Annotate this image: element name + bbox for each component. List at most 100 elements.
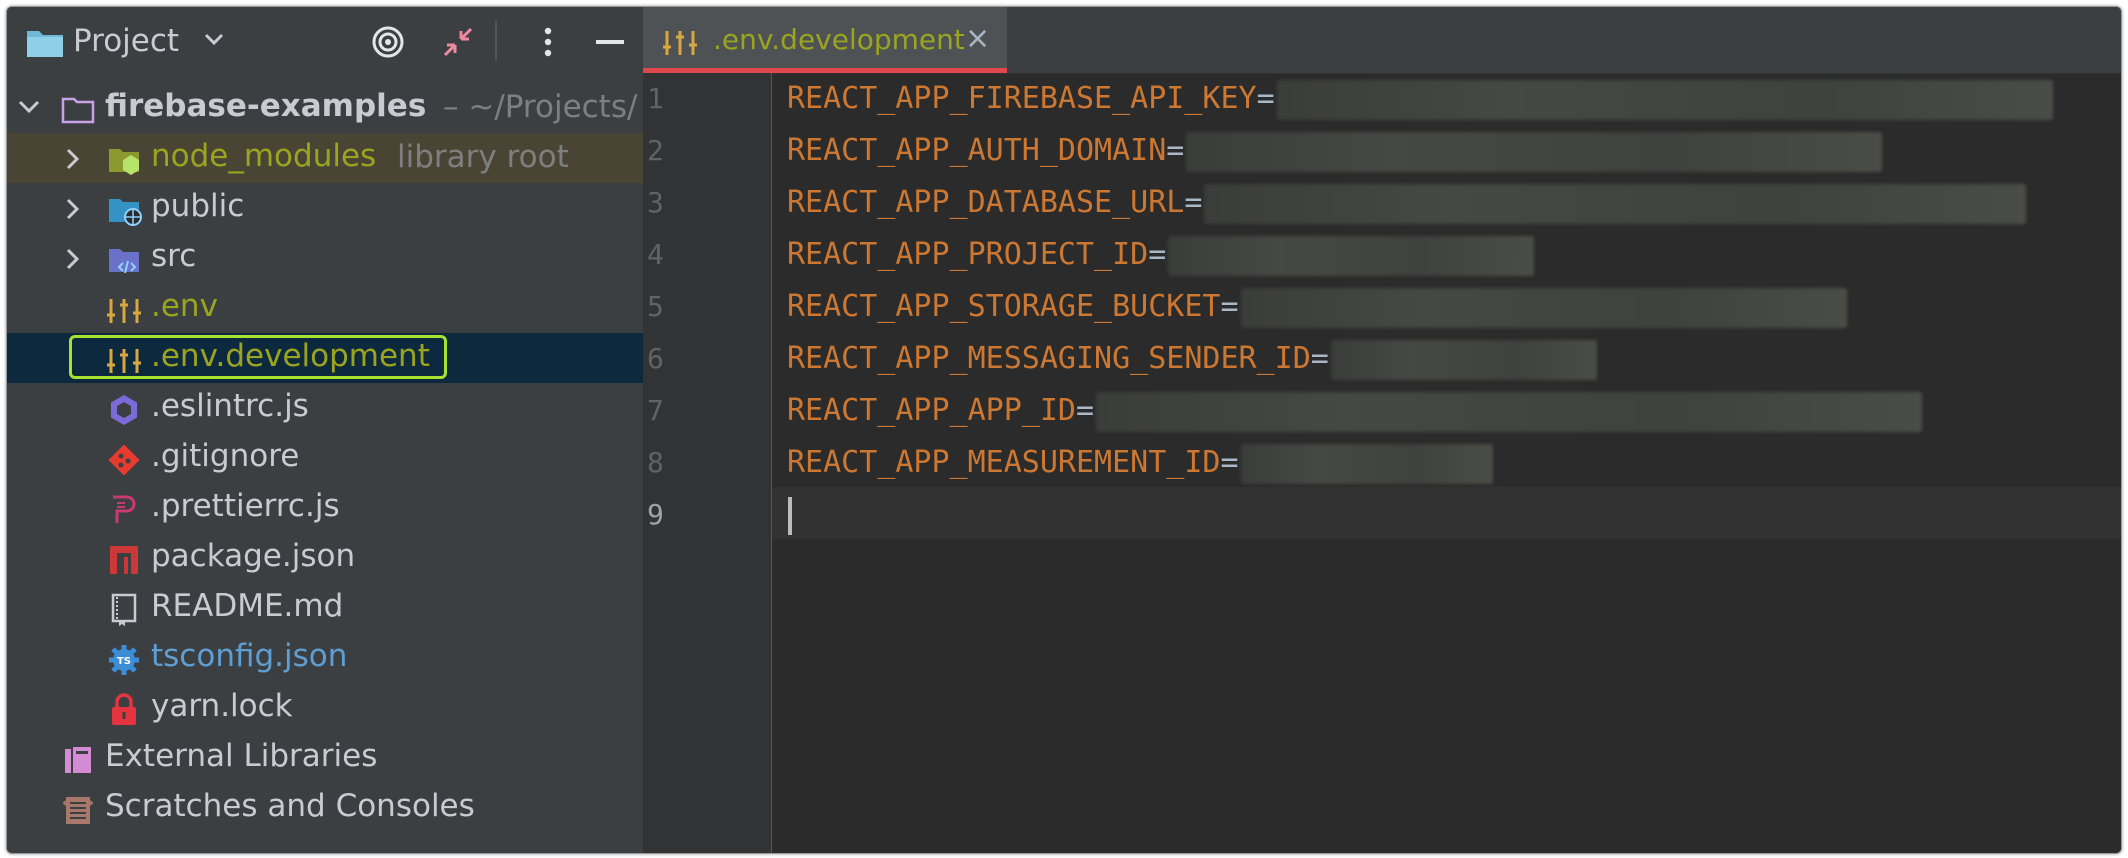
project-panel-header: Project <box>7 7 643 73</box>
markdown-book-icon <box>107 593 141 627</box>
tree-item-public[interactable]: public <box>7 183 643 233</box>
tree-item-src[interactable]: src <box>7 233 643 283</box>
redacted-value <box>1096 391 1923 432</box>
env-settings-icon <box>663 25 697 63</box>
code-line: REACT_APP_PROJECT_ID= <box>787 229 1535 281</box>
folder-icon <box>61 93 95 127</box>
tree-item-tsconfig[interactable]: TS tsconfig.json <box>7 633 643 683</box>
toolbar-divider <box>495 21 497 61</box>
collapse-all-icon[interactable] <box>441 25 475 59</box>
tree-item-label: Scratches and Consoles <box>105 788 475 824</box>
tree-item-package-json[interactable]: package.json <box>7 533 643 583</box>
tree-item-label: .eslintrc.js <box>151 388 309 424</box>
redacted-value <box>1186 131 1883 172</box>
scratches-icon <box>61 793 95 827</box>
prettier-icon <box>107 493 141 527</box>
git-icon <box>107 443 141 477</box>
line-number: 7 <box>647 394 664 427</box>
project-folder-icon <box>25 27 65 63</box>
tree-item-scratches-consoles[interactable]: Scratches and Consoles <box>7 783 643 833</box>
tree-item-label: .prettierrc.js <box>151 488 340 524</box>
tree-item-yarn-lock[interactable]: yarn.lock <box>7 683 643 733</box>
svg-text:TS: TS <box>117 656 131 667</box>
equals-sign: = <box>1184 185 1203 220</box>
line-number: 2 <box>647 134 664 167</box>
equals-sign: = <box>1310 341 1329 376</box>
tree-item-eslintrc[interactable]: .eslintrc.js <box>7 383 643 433</box>
tab-env-development[interactable]: .env.development × <box>643 7 1007 73</box>
typescript-config-icon: TS <box>107 643 141 677</box>
tree-item-env-development[interactable]: .env.development <box>7 333 643 383</box>
tree-item-external-libraries[interactable]: External Libraries <box>7 733 643 783</box>
equals-sign: = <box>1256 81 1275 116</box>
line-number: 4 <box>647 238 664 271</box>
redacted-value <box>1240 287 1847 328</box>
code-line: REACT_APP_AUTH_DOMAIN= <box>787 125 1883 177</box>
env-settings-icon <box>107 343 141 377</box>
line-number: 1 <box>647 82 664 115</box>
chevron-right-icon[interactable] <box>63 247 83 275</box>
line-number: 8 <box>647 446 664 479</box>
npm-icon <box>107 543 141 577</box>
env-key: REACT_APP_MESSAGING_SENDER_ID <box>787 341 1311 376</box>
text-cursor <box>788 497 792 535</box>
tab-label: .env.development <box>713 23 965 56</box>
tree-item-label: README.md <box>151 588 344 624</box>
hide-panel-icon[interactable] <box>593 25 627 59</box>
project-panel: Project firebase-examples – ~/Projects/ … <box>7 7 643 853</box>
env-key: REACT_APP_MEASUREMENT_ID <box>787 445 1221 480</box>
node-modules-folder-icon <box>107 143 141 177</box>
lock-icon <box>107 693 141 727</box>
locate-target-icon[interactable] <box>371 25 405 59</box>
env-key: REACT_APP_PROJECT_ID <box>787 237 1149 272</box>
line-number: 6 <box>647 342 664 375</box>
source-folder-icon <box>107 243 141 277</box>
libraries-icon <box>61 743 95 777</box>
editor-area: .env.development × 1 2 3 4 5 6 7 8 9 REA… <box>643 7 2121 853</box>
library-root-hint: library root <box>397 139 569 175</box>
chevron-right-icon[interactable] <box>63 197 83 225</box>
chevron-right-icon[interactable] <box>63 147 83 175</box>
project-view-selector[interactable]: Project <box>73 23 179 59</box>
redacted-value <box>1330 339 1597 380</box>
tree-root-firebase-examples[interactable]: firebase-examples – ~/Projects/ <box>7 83 643 133</box>
env-key: REACT_APP_FIREBASE_API_KEY <box>787 81 1257 116</box>
code-line: REACT_APP_MEASUREMENT_ID= <box>787 437 1493 489</box>
close-icon[interactable]: × <box>965 21 990 56</box>
tree-item-gitignore[interactable]: .gitignore <box>7 433 643 483</box>
line-number: 5 <box>647 290 664 323</box>
chevron-down-icon[interactable] <box>203 31 225 51</box>
tree-item-label: tsconfig.json <box>151 638 348 674</box>
equals-sign: = <box>1148 237 1167 272</box>
tree-item-node-modules[interactable]: node_modules library root <box>7 133 643 183</box>
env-key: REACT_APP_STORAGE_BUCKET <box>787 289 1221 324</box>
env-key: REACT_APP_APP_ID <box>787 393 1076 428</box>
tree-item-label: .gitignore <box>151 438 300 474</box>
tree-item-readme[interactable]: README.md <box>7 583 643 633</box>
line-number: 9 <box>647 498 664 531</box>
equals-sign: = <box>1075 393 1095 428</box>
chevron-down-icon[interactable] <box>17 97 41 121</box>
more-options-icon[interactable] <box>531 25 565 59</box>
root-path-hint: – ~/Projects/ <box>443 89 638 125</box>
tree-item-label: node_modules <box>151 138 377 174</box>
tree-item-prettierrc[interactable]: .prettierrc.js <box>7 483 643 533</box>
line-number-gutter: 1 2 3 4 5 6 7 8 9 <box>643 73 772 853</box>
tree-item-label: package.json <box>151 538 356 574</box>
tree-item-label: External Libraries <box>105 738 378 774</box>
redacted-value <box>1276 79 2053 120</box>
line-number: 3 <box>647 186 664 219</box>
current-line-highlight <box>643 487 2121 539</box>
tree-item-label: public <box>151 188 245 224</box>
equals-sign: = <box>1220 289 1239 324</box>
code-line: REACT_APP_MESSAGING_SENDER_ID= <box>787 333 1597 385</box>
tree-item-label: .env.development <box>151 338 430 374</box>
tree-item-label: src <box>151 238 197 274</box>
web-folder-icon <box>107 193 142 227</box>
eslint-icon <box>107 393 141 427</box>
code-line: REACT_APP_DATABASE_URL= <box>787 177 2027 229</box>
tree-item-env[interactable]: .env <box>7 283 643 333</box>
code-line: REACT_APP_APP_ID= <box>787 385 1923 437</box>
redacted-value <box>1168 235 1535 276</box>
editor-tab-bar: .env.development × <box>643 7 2121 74</box>
